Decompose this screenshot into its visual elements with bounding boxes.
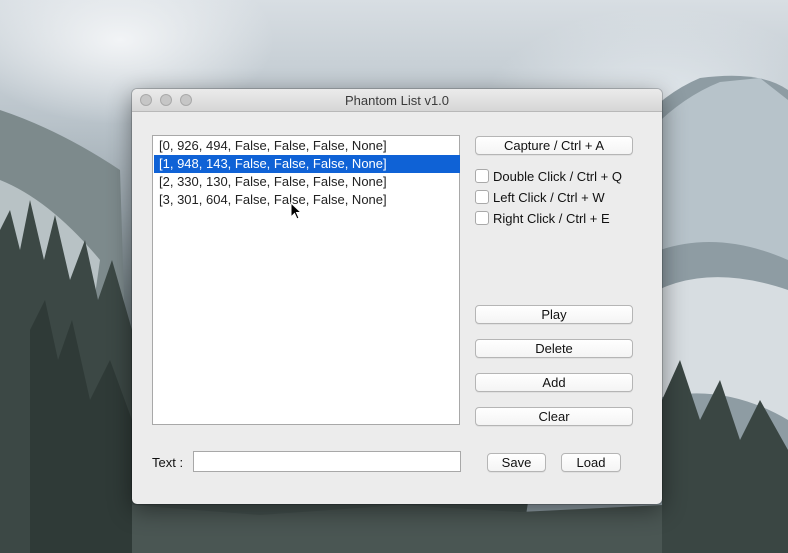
- capture-button[interactable]: Capture / Ctrl + A: [475, 136, 633, 155]
- load-button[interactable]: Load: [561, 453, 621, 472]
- double-click-label: Double Click / Ctrl + Q: [493, 169, 622, 184]
- play-button[interactable]: Play: [475, 305, 633, 324]
- list-item[interactable]: [3, 301, 604, False, False, False, None]: [154, 191, 460, 209]
- list-item[interactable]: [0, 926, 494, False, False, False, None]: [154, 137, 460, 155]
- left-click-checkbox[interactable]: [475, 190, 489, 204]
- right-click-label: Right Click / Ctrl + E: [493, 211, 610, 226]
- phantom-listbox[interactable]: [0, 926, 494, False, False, False, None]…: [152, 135, 460, 425]
- clear-button[interactable]: Clear: [475, 407, 633, 426]
- mouse-pointer-icon: [290, 201, 303, 225]
- list-item-selected[interactable]: [1, 948, 143, False, False, False, None]: [154, 155, 460, 173]
- double-click-checkbox[interactable]: [475, 169, 489, 183]
- list-item[interactable]: [2, 330, 130, False, False, False, None]: [154, 173, 460, 191]
- title-bar[interactable]: Phantom List v1.0: [132, 89, 662, 112]
- right-click-checkbox[interactable]: [475, 211, 489, 225]
- delete-button[interactable]: Delete: [475, 339, 633, 358]
- text-field-label: Text :: [152, 455, 184, 470]
- left-click-label: Left Click / Ctrl + W: [493, 190, 605, 205]
- save-button[interactable]: Save: [487, 453, 546, 472]
- add-button[interactable]: Add: [475, 373, 633, 392]
- phantom-list-window: Phantom List v1.0 [0, 926, 494, False, F…: [132, 89, 662, 504]
- window-title: Phantom List v1.0: [344, 93, 450, 108]
- text-input[interactable]: [193, 451, 461, 472]
